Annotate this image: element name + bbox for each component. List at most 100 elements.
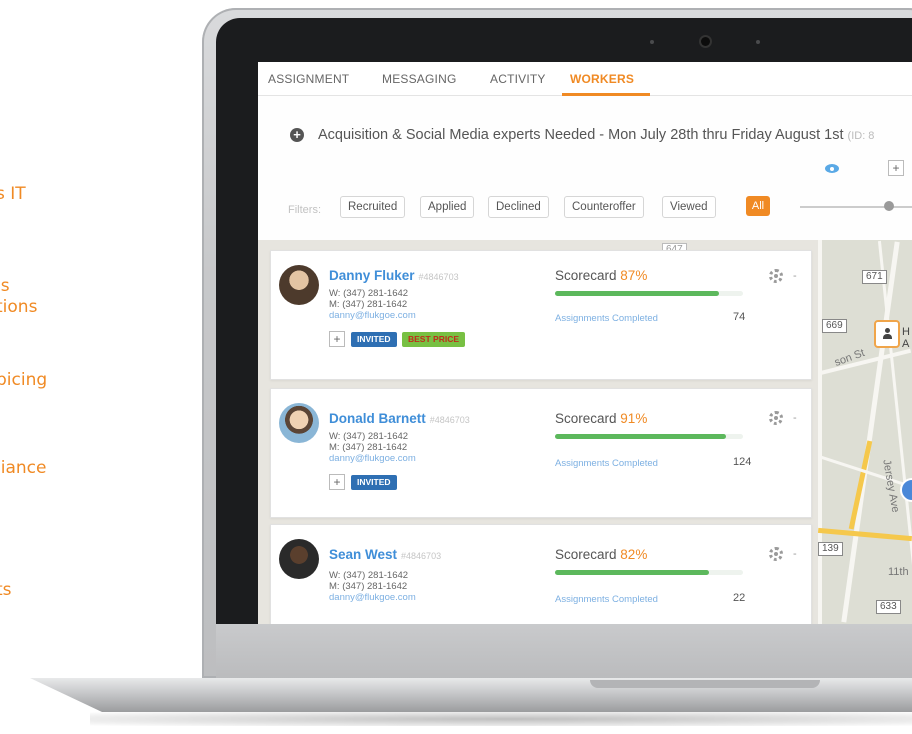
worker-name-text[interactable]: Donald Barnett (329, 411, 426, 426)
pin-label: H (902, 326, 910, 338)
worker-name[interactable]: Sean West #4846703 (329, 547, 441, 562)
scorecard-text: Scorecard (555, 547, 617, 562)
worker-id: #4846703 (401, 551, 442, 561)
tab-workers[interactable]: WORKERS (570, 72, 634, 86)
route-shield: 669 (822, 319, 847, 333)
camera-icon (701, 37, 710, 46)
location-pin[interactable] (874, 320, 900, 348)
assignments-completed-value: 124 (733, 456, 752, 468)
scorecard-bar-fill (555, 570, 710, 575)
mobile-phone: M: (347) 281-1642 (329, 581, 408, 592)
scorecard-bar (555, 570, 743, 575)
gear-icon[interactable] (769, 547, 783, 561)
gear-icon[interactable] (769, 269, 783, 283)
email-link[interactable]: danny@flukgoe.com (329, 592, 416, 603)
route-shield: 633 (876, 600, 901, 614)
menu-caret-icon[interactable]: - (793, 548, 797, 560)
assignments-completed-value: 74 (733, 311, 746, 323)
laptop-shadow (90, 712, 912, 726)
assignments-completed-label[interactable]: Assignments Completed (555, 313, 658, 324)
feature-line: s IT (0, 184, 26, 204)
filter-applied[interactable]: Applied (420, 196, 475, 218)
worker-id: #4846703 (429, 415, 470, 425)
mobile-phone: M: (347) 281-1642 (329, 299, 408, 310)
worker-name[interactable]: Danny Fluker #4846703 (329, 268, 459, 283)
expand-icon[interactable]: + (290, 128, 304, 142)
scorecard-bar-fill (555, 434, 727, 439)
person-icon (883, 328, 892, 339)
laptop-hinge (590, 680, 820, 688)
feature-line: ts (0, 580, 12, 600)
assignment-id: (ID: 8 (847, 130, 875, 142)
mobile-phone: M: (347) 281-1642 (329, 442, 408, 453)
assignment-title-text: Acquisition & Social Media experts Neede… (318, 127, 844, 143)
email-link[interactable]: danny@flukgoe.com (329, 310, 416, 321)
distance-slider-handle[interactable] (884, 201, 894, 211)
laptop-screen: 671 669 139 633 647 son St Jersey Ave 11… (258, 62, 912, 624)
best-price-badge: BEST PRICE (402, 332, 466, 347)
worker-card[interactable]: Donald Barnett #4846703 W: (347) 281-1642… (270, 388, 812, 518)
tab-assignment[interactable]: ASSIGNMENT (268, 72, 349, 86)
scorecard-label: Scorecard 87% (555, 268, 647, 283)
sensor-icon (650, 40, 654, 44)
street-label: 11th (888, 566, 909, 578)
avatar (279, 403, 319, 443)
scorecard-percent: 91% (620, 411, 648, 426)
work-phone: W: (347) 281-1642 (329, 431, 409, 442)
scorecard-text: Scorecard (555, 268, 617, 283)
scorecard-label: Scorecard 82% (555, 547, 647, 562)
laptop-chin (216, 624, 912, 683)
assignment-header: + Acquisition & Social Media experts Nee… (258, 96, 912, 240)
feature-line: picing (0, 370, 48, 390)
route-shield: 671 (862, 270, 887, 284)
tab-bar: ASSIGNMENT MESSAGING ACTIVITY WORKERS (258, 62, 912, 96)
assignment-title: Acquisition & Social Media experts Neede… (318, 127, 874, 143)
filter-declined[interactable]: Declined (488, 196, 549, 218)
scorecard-percent: 87% (620, 268, 648, 283)
assignments-completed-value: 22 (733, 592, 746, 604)
route-shield: 139 (818, 542, 843, 556)
menu-caret-icon[interactable]: - (793, 412, 797, 424)
assignments-completed-label[interactable]: Assignments Completed (555, 594, 658, 605)
work-phone: W: (347) 281-1642 (329, 288, 409, 299)
menu-caret-icon[interactable]: - (793, 270, 797, 282)
avatar (279, 539, 319, 579)
worker-card[interactable]: Danny Fluker #4846703 W: (347) 281-1642 M… (270, 250, 812, 380)
sensor-icon (756, 40, 760, 44)
scorecard-text: Scorecard (555, 411, 617, 426)
email-link[interactable]: danny@flukgoe.com (329, 453, 416, 464)
work-phone: W: (347) 281-1642 (329, 570, 409, 581)
add-worker-button[interactable]: + (329, 474, 345, 490)
filter-recruited[interactable]: Recruited (340, 196, 406, 218)
scorecard-bar (555, 434, 743, 439)
filter-all[interactable]: All (746, 196, 770, 216)
worker-name-text[interactable]: Danny Fluker (329, 268, 415, 283)
filter-viewed[interactable]: Viewed (662, 196, 716, 218)
worker-card[interactable]: Sean West #4846703 W: (347) 281-1642 M: (… (270, 524, 812, 624)
scorecard-label: Scorecard 91% (555, 411, 647, 426)
map-road (818, 240, 822, 624)
scorecard-percent: 82% (620, 547, 648, 562)
invited-badge: INVITED (351, 332, 397, 347)
tab-activity[interactable]: ACTIVITY (490, 72, 546, 86)
pin-label: A (902, 338, 910, 350)
distance-slider-track[interactable] (800, 206, 912, 208)
worker-name[interactable]: Donald Barnett #4846703 (329, 411, 470, 426)
add-button[interactable]: + (888, 160, 904, 176)
invited-badge: INVITED (351, 475, 397, 490)
filter-counteroffer[interactable]: Counteroffer (564, 196, 644, 218)
worker-name-text[interactable]: Sean West (329, 547, 397, 562)
feature-line: ls (0, 276, 10, 296)
add-worker-button[interactable]: + (329, 331, 345, 347)
marketing-feature-list: s IT ls tions picing liance ts (0, 0, 200, 734)
eye-icon[interactable] (825, 164, 839, 173)
gear-icon[interactable] (769, 411, 783, 425)
worker-id: #4846703 (418, 272, 459, 282)
scorecard-bar-fill (555, 291, 719, 296)
assignments-completed-label[interactable]: Assignments Completed (555, 458, 658, 469)
feature-line: liance (0, 458, 47, 478)
scorecard-bar (555, 291, 743, 296)
avatar (279, 265, 319, 305)
filters-label: Filters: (288, 204, 321, 216)
tab-messaging[interactable]: MESSAGING (382, 72, 456, 86)
